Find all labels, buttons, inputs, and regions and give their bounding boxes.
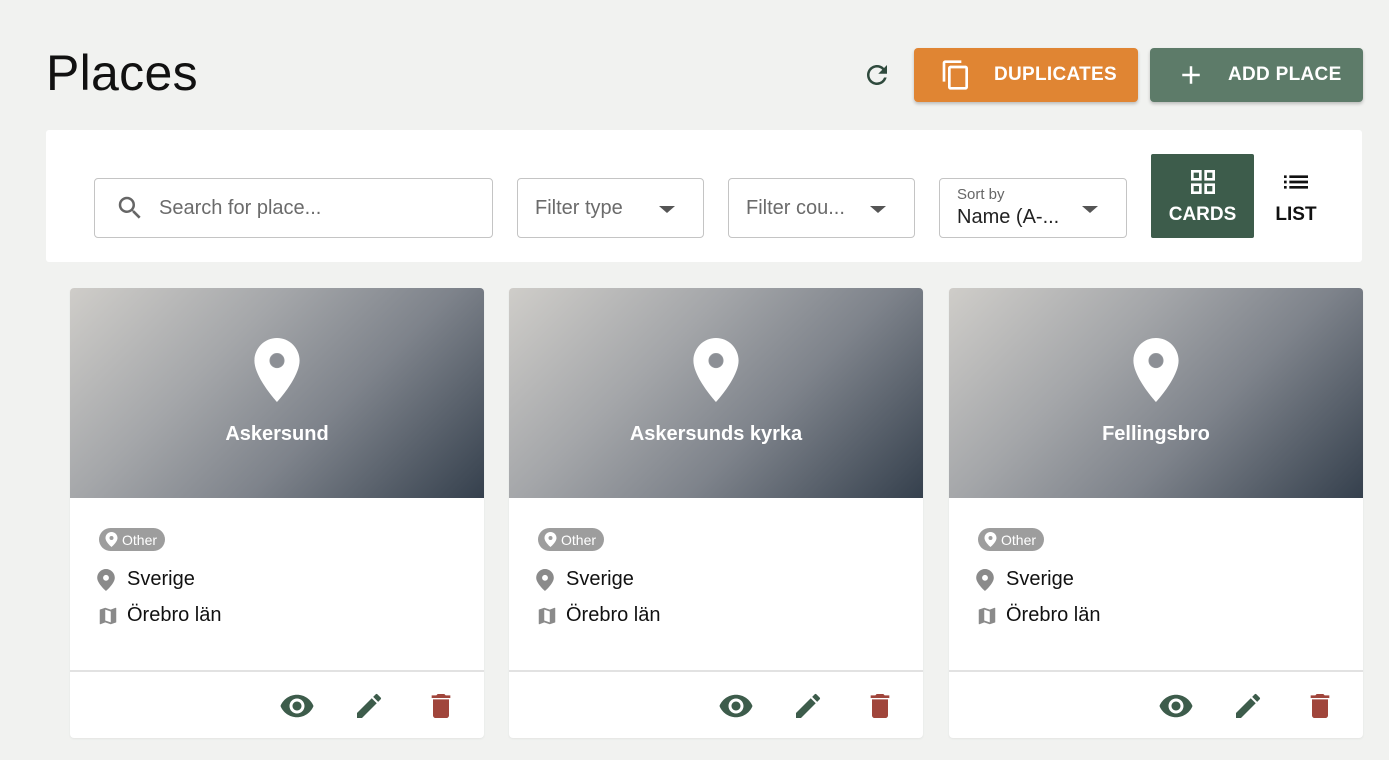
card-hero: Fellingsbro <box>949 288 1363 498</box>
place-card[interactable]: Fellingsbro Other Sverige Örebro län <box>949 288 1363 738</box>
card-divider <box>949 670 1363 672</box>
filter-type-placeholder: Filter type <box>535 196 623 219</box>
delete-button[interactable] <box>1302 688 1338 724</box>
refresh-icon <box>867 65 887 85</box>
add-place-button[interactable]: ADD PLACE <box>1150 48 1363 102</box>
search-input[interactable]: Search for place... <box>94 178 493 238</box>
page-title: Places <box>46 45 198 101</box>
plus-icon <box>1176 60 1206 90</box>
card-hero: Askersund <box>70 288 484 498</box>
duplicates-label: DUPLICATES <box>994 64 1117 85</box>
location-icon <box>97 568 127 591</box>
card-divider <box>70 670 484 672</box>
view-cards-label: CARDS <box>1168 204 1237 225</box>
card-title: Askersunds kyrka <box>629 423 803 445</box>
sort-value: Name (A-... <box>957 206 1060 228</box>
view-list-button[interactable]: LIST <box>1254 154 1338 238</box>
trash-icon <box>431 694 451 718</box>
pencil-icon <box>796 693 821 718</box>
view-list-label: LIST <box>1275 204 1317 225</box>
view-cards-button[interactable]: CARDS <box>1151 154 1254 238</box>
map-pin-icon <box>984 532 997 547</box>
edit-button[interactable] <box>1230 688 1266 724</box>
map-pin-icon <box>544 532 557 547</box>
region-text: Örebro län <box>566 604 661 626</box>
eye-icon <box>1159 694 1193 718</box>
card-title: Fellingsbro <box>1102 423 1210 445</box>
country-row: Sverige <box>536 568 634 591</box>
trash-icon <box>870 694 890 718</box>
region-row: Örebro län <box>97 604 222 627</box>
type-chip: Other <box>978 528 1045 551</box>
type-chip-label: Other <box>1001 531 1037 548</box>
type-chip-label: Other <box>122 531 158 548</box>
filter-country-select[interactable]: Filter cou... <box>728 178 915 238</box>
place-card[interactable]: Askersund Other Sverige Örebro län <box>70 288 484 738</box>
country-row: Sverige <box>97 568 195 591</box>
map-icon <box>97 605 127 627</box>
edit-button[interactable] <box>351 688 387 724</box>
sort-select[interactable]: Sort by Name (A-... <box>939 178 1127 238</box>
region-row: Örebro län <box>976 604 1101 627</box>
grid-icon <box>1190 170 1215 194</box>
trash-icon <box>1310 694 1330 718</box>
eye-icon <box>719 694 753 718</box>
map-icon <box>536 605 566 627</box>
map-pin-icon <box>1133 338 1179 402</box>
region-row: Örebro län <box>536 604 661 627</box>
card-divider <box>509 670 923 672</box>
country-row: Sverige <box>976 568 1074 591</box>
card-hero: Askersunds kyrka <box>509 288 923 498</box>
map-icon <box>976 605 1006 627</box>
pencil-icon <box>1236 693 1261 718</box>
type-chip: Other <box>538 528 605 551</box>
map-pin-icon <box>693 338 739 402</box>
type-chip-label: Other <box>561 531 597 548</box>
region-text: Örebro län <box>1006 604 1101 626</box>
filter-type-select[interactable]: Filter type <box>517 178 704 238</box>
card-title: Askersund <box>225 423 329 445</box>
location-icon <box>536 568 566 591</box>
filter-country-placeholder: Filter cou... <box>746 196 845 219</box>
country-text: Sverige <box>566 568 634 590</box>
delete-button[interactable] <box>423 688 459 724</box>
place-card[interactable]: Askersunds kyrka Other Sverige Örebro lä… <box>509 288 923 738</box>
edit-button[interactable] <box>790 688 826 724</box>
dropdown-arrow-icon <box>870 206 886 213</box>
type-chip: Other <box>99 528 166 551</box>
view-button[interactable] <box>718 688 754 724</box>
dropdown-arrow-icon <box>659 206 675 213</box>
search-placeholder: Search for place... <box>159 196 322 219</box>
delete-button[interactable] <box>862 688 898 724</box>
country-text: Sverige <box>127 568 195 590</box>
dropdown-arrow-icon <box>1082 206 1098 213</box>
region-text: Örebro län <box>127 604 222 626</box>
list-icon <box>1284 175 1308 189</box>
sort-label: Sort by <box>957 186 1005 203</box>
view-button[interactable] <box>1158 688 1194 724</box>
view-button[interactable] <box>279 688 315 724</box>
copy-icon <box>940 59 972 91</box>
duplicates-button[interactable]: DUPLICATES <box>914 48 1138 102</box>
pencil-icon <box>357 693 382 718</box>
refresh-button[interactable] <box>858 56 896 94</box>
eye-icon <box>280 694 314 718</box>
country-text: Sverige <box>1006 568 1074 590</box>
location-icon <box>976 568 1006 591</box>
map-pin-icon <box>254 338 300 402</box>
filter-toolbar: Search for place... Filter type Filter c… <box>46 130 1362 262</box>
map-pin-icon <box>105 532 118 547</box>
search-icon <box>115 193 145 223</box>
add-place-label: ADD PLACE <box>1228 64 1342 85</box>
